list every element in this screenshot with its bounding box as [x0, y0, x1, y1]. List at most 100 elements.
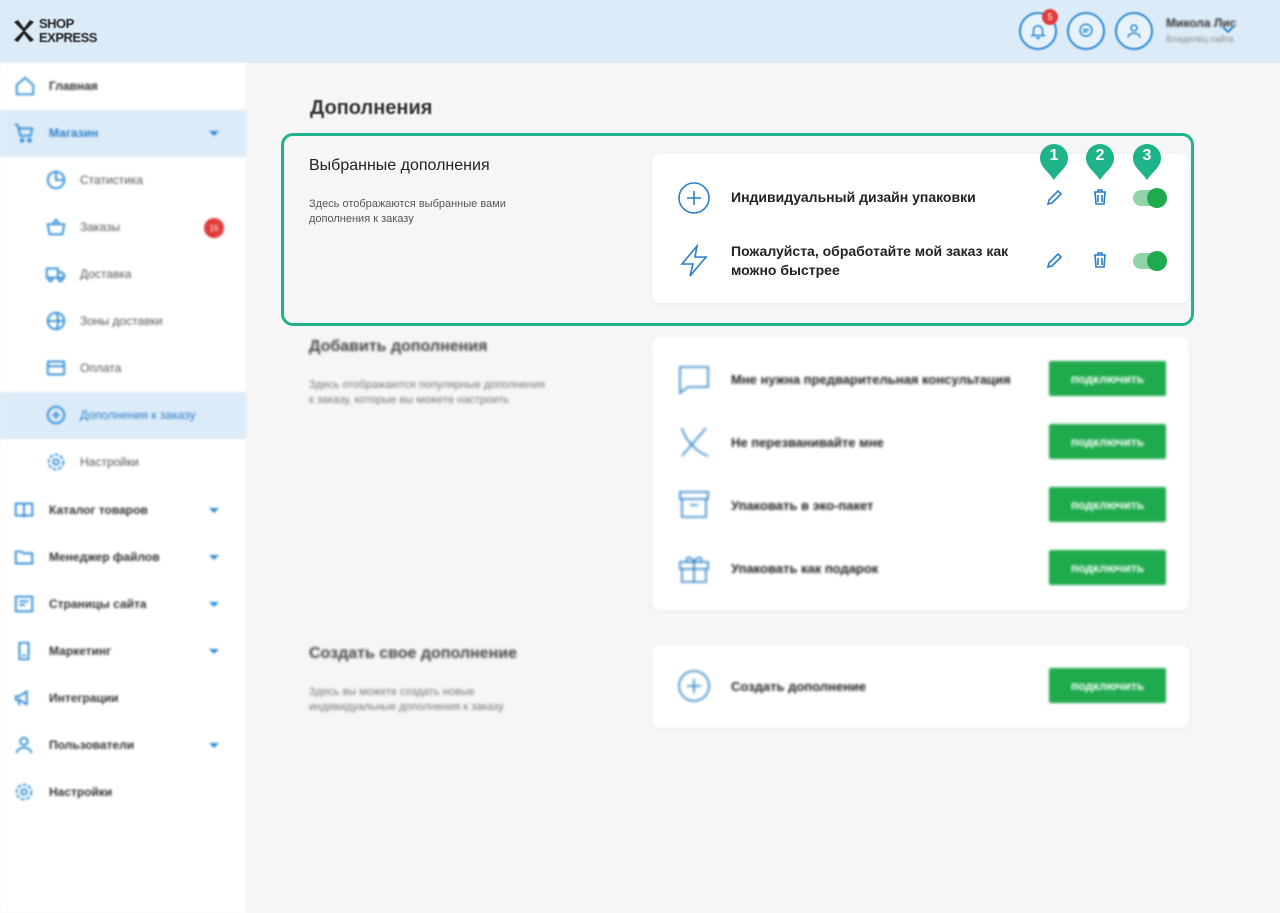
sidebar-item-catalog[interactable]: Каталог товаров — [0, 487, 246, 534]
sidebar-item-label: Доставка — [80, 267, 132, 281]
sidebar-item-integrations[interactable]: Интеграции — [0, 675, 246, 722]
user-role: Владелец сайта — [1166, 34, 1234, 44]
sidebar-item-label: Страницы сайта — [49, 597, 147, 611]
pie-chart-icon — [46, 170, 66, 190]
logo-line2: EXPRESS — [39, 30, 97, 45]
cart-icon — [14, 123, 34, 143]
marker-number: 2 — [1095, 147, 1105, 164]
sidebar-item-settings[interactable]: Настройки — [0, 769, 246, 816]
logo-icon — [14, 20, 34, 42]
notifications-badge: 5 — [1042, 9, 1058, 25]
sidebar-item-shop-settings[interactable]: Настройки — [0, 439, 246, 486]
chevron-down-icon[interactable] — [1222, 26, 1234, 34]
truck-icon — [45, 267, 66, 283]
trash-icon[interactable] — [1090, 187, 1110, 207]
megaphone-icon — [14, 689, 28, 707]
sidebar-item-label: Пользователи — [49, 738, 135, 752]
chevron-down-icon — [209, 743, 219, 748]
addon-toggle[interactable] — [1133, 188, 1167, 208]
selected-section-description: Здесь отображаются выбранные вами дополн… — [309, 198, 506, 225]
connect-button[interactable]: подключить — [1049, 424, 1166, 459]
sidebar-item-label: Интеграции — [49, 691, 119, 705]
chevron-down-icon — [209, 131, 219, 136]
messages-button[interactable] — [1067, 12, 1105, 50]
user-icon — [1127, 24, 1141, 38]
toggle-knob — [1147, 251, 1167, 271]
addon-label: Не перезванивайте мне — [731, 435, 884, 450]
card-icon — [46, 360, 66, 376]
marketing-icon — [18, 641, 30, 661]
connect-button[interactable]: подключить — [1049, 487, 1166, 522]
book-icon — [14, 502, 34, 518]
sidebar-item-label: Дополнения к заказу — [80, 408, 196, 422]
chevron-down-icon — [209, 555, 219, 560]
plus-circle-icon — [678, 670, 710, 702]
addon-label: Мне нужна предварительная консультация — [731, 372, 1011, 387]
selected-addon-label: Пожалуйста, обработайте мой заказ как мо… — [731, 243, 1009, 278]
top-header: SHOP EXPRESS 5 Микола Лис Владелец сайта — [0, 0, 1280, 63]
toggle-knob — [1147, 188, 1167, 208]
sidebar-item-label: Главная — [49, 79, 98, 93]
trash-icon[interactable] — [1090, 250, 1110, 270]
orders-count-badge: 15 — [204, 218, 224, 238]
folder-icon — [14, 550, 34, 565]
sidebar: Главная Магазин Статистика Заказы 15 Дос… — [0, 63, 246, 913]
addon-label: Упаковать как подарок — [731, 561, 879, 576]
connect-button[interactable]: подключить — [1049, 361, 1166, 396]
box-icon — [679, 491, 709, 518]
marker-2: 2 — [1084, 143, 1116, 181]
create-section-title: Создать свое дополнение — [309, 645, 517, 662]
sidebar-item-label: Оплата — [80, 361, 122, 375]
sidebar-item-statistics[interactable]: Статистика — [0, 157, 246, 204]
add-section-description: Здесь отображаются популярные дополнения… — [309, 379, 545, 406]
chevron-down-icon — [209, 602, 219, 607]
gear-icon — [15, 783, 33, 801]
chat-icon — [1079, 23, 1093, 37]
selected-section-title: Выбранные дополнения — [309, 157, 490, 174]
sidebar-item-delivery[interactable]: Доставка — [0, 251, 246, 298]
sidebar-item-site-pages[interactable]: Страницы сайта — [0, 581, 246, 628]
bell-icon — [1030, 25, 1046, 40]
selected-addon-label: Индивидуальный дизайн упаковки — [731, 189, 976, 205]
users-icon — [15, 736, 33, 754]
sidebar-item-marketing[interactable]: Маркетинг — [0, 628, 246, 675]
sidebar-item-orders[interactable]: Заказы 15 — [0, 204, 246, 251]
sidebar-item-payment[interactable]: Оплата — [0, 345, 246, 392]
chat-icon — [679, 366, 709, 395]
notifications-button[interactable]: 5 — [1019, 9, 1058, 50]
logo-text: SHOP EXPRESS — [39, 17, 97, 45]
sidebar-item-delivery-zones[interactable]: Зоны доставки — [0, 298, 246, 345]
marker-3: 3 — [1131, 143, 1163, 181]
logo[interactable]: SHOP EXPRESS — [12, 14, 97, 48]
sidebar-item-file-manager[interactable]: Менеджер файлов — [0, 534, 246, 581]
sidebar-item-users[interactable]: Пользователи — [0, 722, 246, 769]
gift-icon — [679, 556, 709, 583]
sidebar-item-order-addons[interactable]: Дополнения к заказу — [0, 392, 246, 439]
pages-icon — [14, 595, 34, 613]
marker-number: 3 — [1142, 147, 1152, 164]
connect-button[interactable]: подключить — [1049, 668, 1166, 703]
sidebar-item-label: Заказы — [80, 220, 121, 234]
addon-toggle[interactable] — [1133, 251, 1167, 271]
no-call-icon — [681, 427, 709, 457]
sidebar-item-shop[interactable]: Магазин — [0, 110, 246, 157]
sidebar-item-label: Маркетинг — [49, 644, 112, 658]
add-section-title: Добавить дополнения — [309, 338, 488, 355]
gear-icon — [47, 453, 65, 471]
sidebar-item-label: Зоны доставки — [80, 314, 163, 328]
profile-button[interactable] — [1115, 12, 1153, 50]
sidebar-item-label: Статистика — [80, 173, 144, 187]
chevron-down-icon — [209, 649, 219, 654]
edit-icon[interactable] — [1044, 251, 1064, 271]
connect-button[interactable]: подключить — [1049, 550, 1166, 585]
sidebar-item-label: Менеджер файлов — [49, 550, 160, 564]
edit-icon[interactable] — [1044, 188, 1064, 208]
home-icon — [15, 76, 35, 96]
sidebar-item-label: Настройки — [80, 455, 139, 469]
logo-line1: SHOP — [39, 16, 74, 31]
chevron-down-icon — [209, 508, 219, 513]
addon-label: Упаковать в эко-пакет — [731, 498, 874, 513]
sidebar-item-home[interactable]: Главная — [0, 63, 246, 110]
addon-label: Создать дополнение — [731, 679, 867, 694]
sidebar-item-label: Настройки — [49, 785, 113, 799]
